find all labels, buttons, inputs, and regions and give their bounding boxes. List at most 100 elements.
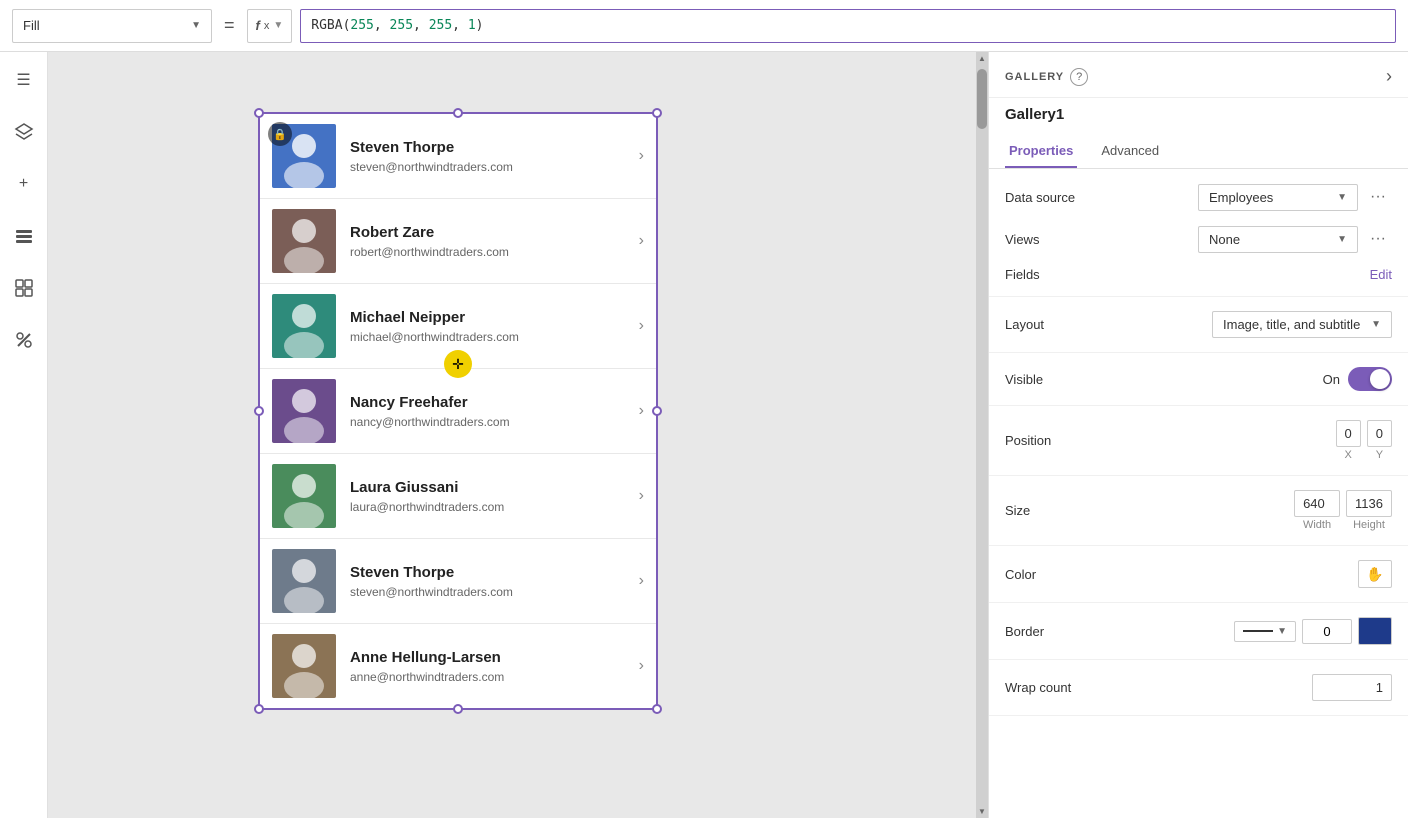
gallery-email-2: michael@northwindtraders.com <box>350 330 631 344</box>
gallery-info-4: Laura Giussani laura@northwindtraders.co… <box>350 479 631 514</box>
border-style-button[interactable]: ▼ <box>1234 621 1296 642</box>
panel-title-row: GALLERY ? <box>1005 68 1088 86</box>
visible-label: Visible <box>1005 372 1085 387</box>
border-width-input[interactable] <box>1302 619 1352 644</box>
fx-button[interactable]: f x ▼ <box>247 9 293 43</box>
pos-y-input[interactable]: 0 <box>1367 420 1392 447</box>
canvas-scrollbar[interactable]: ▲ ▼ <box>976 52 988 818</box>
layout-label: Layout <box>1005 317 1085 332</box>
scroll-down-icon[interactable]: ▼ <box>976 805 988 818</box>
sidebar-tools-icon[interactable] <box>8 324 40 356</box>
visible-control: On <box>1085 367 1392 391</box>
panel-header: GALLERY ? › <box>989 52 1408 98</box>
gallery-name-2: Michael Neipper <box>350 309 631 326</box>
gallery-item[interactable]: Nancy Freehafer nancy@northwindtraders.c… <box>260 369 656 454</box>
gallery-item[interactable]: 🔒 Steven Thorpe steven@northwindtraders.… <box>260 114 656 199</box>
fx-label: x <box>264 20 270 32</box>
size-row: Size 640 Width 1136 Height <box>1005 490 1392 531</box>
tab-advanced[interactable]: Advanced <box>1097 135 1163 168</box>
gallery-item[interactable]: Michael Neipper michael@northwindtraders… <box>260 284 656 369</box>
data-source-more-button[interactable]: ··· <box>1364 183 1392 211</box>
formula-bar[interactable]: RGBA(255, 255, 255, 1) <box>300 9 1396 43</box>
size-width-group: 640 Width <box>1294 490 1340 531</box>
gallery-info-6: Anne Hellung-Larsen anne@northwindtrader… <box>350 649 631 684</box>
size-height-input[interactable]: 1136 <box>1346 490 1392 517</box>
fields-control: Edit <box>1085 267 1392 282</box>
gallery-name-3: Nancy Freehafer <box>350 394 631 411</box>
sidebar-menu-icon[interactable]: ☰ <box>8 64 40 96</box>
avatar-5 <box>272 549 336 613</box>
data-source-value: Employees <box>1209 190 1273 205</box>
size-height-label: Height <box>1346 519 1392 531</box>
gallery-item[interactable]: Anne Hellung-Larsen anne@northwindtrader… <box>260 624 656 708</box>
position-section: Position 0 X 0 Y <box>989 406 1408 476</box>
gallery-chevron-3: › <box>639 402 644 420</box>
gallery-chevron-1: › <box>639 232 644 250</box>
color-swatch-button[interactable]: ✋ <box>1358 560 1392 588</box>
gallery-item[interactable]: Robert Zare robert@northwindtraders.com … <box>260 199 656 284</box>
border-style-chevron-icon: ▼ <box>1277 626 1287 637</box>
gallery-chevron-2: › <box>639 317 644 335</box>
gallery-name-5: Steven Thorpe <box>350 564 631 581</box>
position-row: Position 0 X 0 Y <box>1005 420 1392 461</box>
panel-help-icon[interactable]: ? <box>1070 68 1088 86</box>
pos-x-input[interactable]: 0 <box>1336 420 1361 447</box>
fields-edit-link[interactable]: Edit <box>1370 267 1392 282</box>
gallery-email-5: steven@northwindtraders.com <box>350 585 631 599</box>
views-dropdown[interactable]: None ▼ <box>1198 226 1358 253</box>
position-grid: 0 X 0 Y <box>1336 420 1392 461</box>
avatar-1 <box>272 209 336 273</box>
scroll-up-icon[interactable]: ▲ <box>976 52 988 65</box>
gallery-info-0: Steven Thorpe steven@northwindtraders.co… <box>350 139 631 174</box>
views-more-button[interactable]: ··· <box>1364 225 1392 253</box>
gallery-scroll[interactable]: 🔒 Steven Thorpe steven@northwindtraders.… <box>260 114 656 708</box>
gallery-email-4: laura@northwindtraders.com <box>350 500 631 514</box>
gallery-item[interactable]: Laura Giussani laura@northwindtraders.co… <box>260 454 656 539</box>
gallery-chevron-4: › <box>639 487 644 505</box>
gallery-email-3: nancy@northwindtraders.com <box>350 415 631 429</box>
pos-x-input-group: 0 X <box>1336 420 1361 461</box>
fill-label: Fill <box>23 18 40 33</box>
gallery-info-5: Steven Thorpe steven@northwindtraders.co… <box>350 564 631 599</box>
gallery-email-6: anne@northwindtraders.com <box>350 670 631 684</box>
data-source-label: Data source <box>1005 190 1085 205</box>
border-color-swatch[interactable] <box>1358 617 1392 645</box>
data-source-section: Data source Employees ▼ ··· Views None ▼ <box>989 169 1408 297</box>
sidebar-layers-icon[interactable] <box>8 116 40 148</box>
gallery-item[interactable]: Steven Thorpe steven@northwindtraders.co… <box>260 539 656 624</box>
fx-icon: f <box>256 18 260 33</box>
scroll-thumb[interactable] <box>977 69 987 129</box>
gallery-widget[interactable]: 🔒 Steven Thorpe steven@northwindtraders.… <box>258 112 658 710</box>
layout-dropdown[interactable]: Image, title, and subtitle ▼ <box>1212 311 1392 338</box>
data-source-chevron-icon: ▼ <box>1337 192 1347 203</box>
sidebar-add-icon[interactable]: + <box>8 168 40 200</box>
top-bar: Fill ▼ = f x ▼ RGBA(255, 255, 255, 1) <box>0 0 1408 52</box>
panel-back-button[interactable]: › <box>1386 66 1392 87</box>
position-control: 0 X 0 Y <box>1085 420 1392 461</box>
tab-properties[interactable]: Properties <box>1005 135 1077 168</box>
border-section: Border ▼ <box>989 603 1408 660</box>
data-source-dropdown[interactable]: Employees ▼ <box>1198 184 1358 211</box>
formula-text: RGBA(255, 255, 255, 1) <box>311 18 483 33</box>
visible-toggle[interactable] <box>1348 367 1392 391</box>
panel-section-title: GALLERY <box>1005 71 1064 83</box>
size-control: 640 Width 1136 Height <box>1085 490 1392 531</box>
size-width-input[interactable]: 640 <box>1294 490 1340 517</box>
fill-dropdown[interactable]: Fill ▼ <box>12 9 212 43</box>
gallery-info-1: Robert Zare robert@northwindtraders.com <box>350 224 631 259</box>
data-source-row: Data source Employees ▼ ··· <box>1005 183 1392 211</box>
wrap-count-input[interactable]: 1 <box>1312 674 1392 701</box>
views-label: Views <box>1005 232 1085 247</box>
visible-section: Visible On <box>989 353 1408 406</box>
fields-row: Fields Edit <box>1005 267 1392 282</box>
pos-y-label: Y <box>1367 449 1392 461</box>
sidebar-components-icon[interactable] <box>8 272 40 304</box>
border-line-icon <box>1243 630 1273 632</box>
views-row: Views None ▼ ··· <box>1005 225 1392 253</box>
sidebar-data-icon[interactable] <box>8 220 40 252</box>
size-section: Size 640 Width 1136 Height <box>989 476 1408 546</box>
toggle-knob <box>1370 369 1390 389</box>
fill-chevron-icon: ▼ <box>191 20 201 31</box>
border-row-controls: ▼ <box>1234 617 1392 645</box>
canvas-area: 🔒 Steven Thorpe steven@northwindtraders.… <box>48 52 988 818</box>
